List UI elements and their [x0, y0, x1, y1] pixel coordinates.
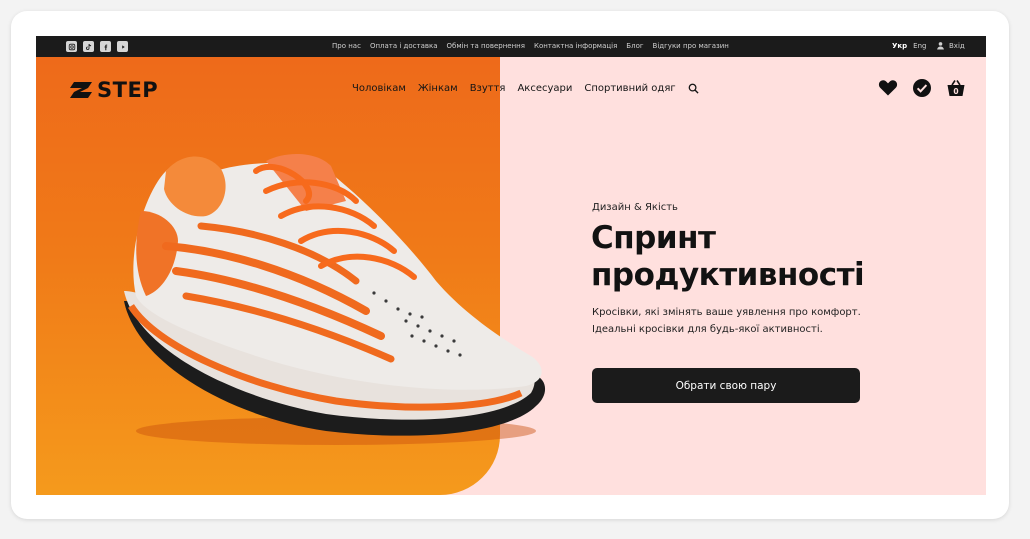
nav-women[interactable]: Жінкам: [418, 83, 458, 94]
hero-desc-line1: Кросівки, які змінять ваше уявлення про …: [592, 307, 861, 318]
nav-accessories[interactable]: Аксесуари: [517, 83, 572, 94]
cart-icon[interactable]: 0: [946, 78, 966, 98]
website: Про нас Оплата і доставка Обмін та повер…: [36, 36, 986, 495]
check-circle-icon[interactable]: [912, 78, 932, 98]
hero-title: Спринт продуктивності: [591, 220, 941, 294]
heart-icon[interactable]: [878, 78, 898, 98]
login-link[interactable]: Вхід: [936, 41, 965, 50]
social-links: [66, 41, 128, 52]
cart-count: 0: [953, 87, 958, 96]
sneaker-image: [124, 154, 546, 445]
tiktok-icon[interactable]: [83, 41, 94, 52]
logo[interactable]: STEP: [68, 78, 158, 102]
login-label: Вхід: [949, 41, 965, 50]
nav-men[interactable]: Чоловікам: [352, 83, 406, 94]
toplink-about[interactable]: Про нас: [332, 42, 361, 50]
toplink-reviews[interactable]: Відгуки про магазин: [653, 42, 729, 50]
toplink-exchange-return[interactable]: Обмін та повернення: [447, 42, 525, 50]
hero-title-line2: продуктивності: [591, 257, 865, 293]
lang-ukr[interactable]: Укр: [892, 42, 907, 50]
choose-pair-button[interactable]: Обрати свою пару: [592, 368, 860, 403]
instagram-icon[interactable]: [66, 41, 77, 52]
top-links: Про нас Оплата і доставка Обмін та повер…: [332, 42, 729, 50]
logo-text: STEP: [97, 78, 159, 102]
main-nav: Чоловікам Жінкам Взуття Аксесуари Спорти…: [352, 83, 699, 94]
facebook-icon[interactable]: [100, 41, 111, 52]
hero-title-line1: Спринт: [591, 220, 716, 256]
lang-eng[interactable]: Eng: [913, 42, 926, 50]
nav-shoes[interactable]: Взуття: [470, 83, 506, 94]
user-icon: [937, 42, 944, 50]
search-icon[interactable]: [688, 83, 699, 94]
top-bar: Про нас Оплата і доставка Обмін та повер…: [36, 36, 986, 57]
youtube-icon[interactable]: [117, 41, 128, 52]
hero-desc-line2: Ідеальні кросівки для будь-якої активнос…: [592, 324, 823, 335]
toplink-contacts[interactable]: Контактна інформація: [534, 42, 617, 50]
language-switcher: Укр Eng: [892, 42, 926, 50]
hero-subtitle: Дизайн & Якість: [592, 202, 678, 213]
step-logo-icon: [70, 82, 92, 98]
hero-description: Кросівки, які змінять ваше уявлення про …: [592, 304, 892, 338]
toplink-payment-delivery[interactable]: Оплата і доставка: [370, 42, 438, 50]
nav-sportswear[interactable]: Спортивний одяг: [584, 83, 675, 94]
header-actions: 0: [878, 78, 966, 98]
toplink-blog[interactable]: Блог: [626, 42, 643, 50]
